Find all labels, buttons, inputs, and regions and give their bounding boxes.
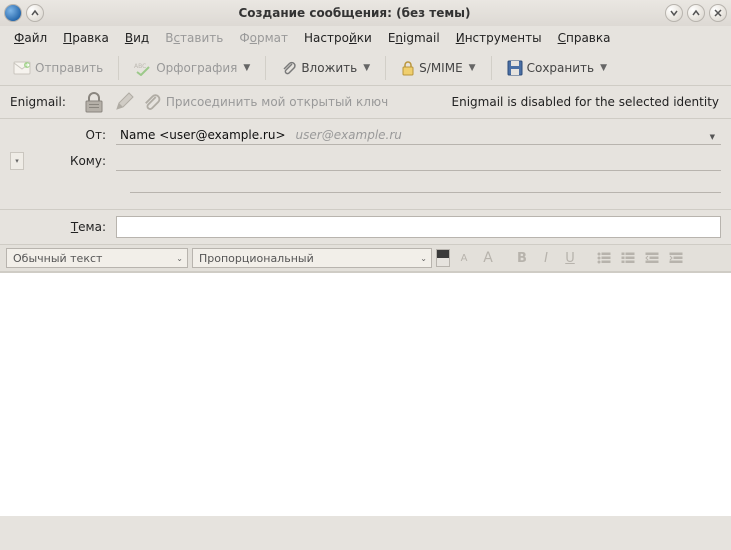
font-family-select[interactable]: Пропорциональный ⌄ xyxy=(192,248,432,268)
from-display: Name <user@example.ru> xyxy=(120,128,286,142)
paperclip-icon xyxy=(281,60,297,76)
extra-recipient-line[interactable] xyxy=(130,192,721,193)
outdent-button[interactable] xyxy=(642,248,662,268)
font-size-increase-button[interactable]: A xyxy=(478,248,498,268)
headers-panel: От: Name <user@example.ru> user@example.… xyxy=(0,118,731,210)
chevron-down-icon: ⌄ xyxy=(166,254,183,263)
font-size-decrease-button[interactable]: A xyxy=(454,248,474,268)
enigmail-label: Enigmail: xyxy=(6,95,66,109)
from-field[interactable]: Name <user@example.ru> user@example.ru ▼ xyxy=(116,125,721,145)
save-label: Сохранить xyxy=(527,61,595,75)
menu-bar: Файл Правка Вид Вставить Формат Настройк… xyxy=(0,26,731,50)
toolbar-separator xyxy=(385,56,386,80)
bold-button[interactable]: B xyxy=(512,248,532,268)
save-icon xyxy=(507,60,523,76)
recipient-type-dropdown[interactable]: ▾ xyxy=(10,152,24,170)
smime-label: S/MIME xyxy=(419,61,463,75)
enigmail-attach-key-label: Присоединить мой открытый ключ xyxy=(166,95,388,109)
chevron-down-icon[interactable]: ▼ xyxy=(710,133,717,141)
underline-button[interactable]: U xyxy=(560,248,580,268)
enigmail-attach-key-button[interactable]: Присоединить мой открытый ключ xyxy=(142,92,388,112)
enigmail-status-text: Enigmail is disabled for the selected id… xyxy=(452,95,725,109)
send-icon xyxy=(13,61,31,75)
menu-edit[interactable]: Правка xyxy=(57,29,115,47)
send-label: Отправить xyxy=(35,61,103,75)
menu-enigmail[interactable]: Enigmail xyxy=(382,29,446,47)
minimize-button[interactable] xyxy=(665,4,683,22)
chevron-down-icon: ▼ xyxy=(363,63,370,73)
spellcheck-label: Орфография xyxy=(156,61,237,75)
main-toolbar: Отправить ABC Орфография ▼ Вложить ▼ S/M… xyxy=(0,50,731,86)
subject-row: Тема: xyxy=(0,210,731,244)
smime-button[interactable]: S/MIME ▼ xyxy=(394,55,482,81)
menu-options[interactable]: Настройки xyxy=(298,29,378,47)
enigmail-encrypt-button[interactable] xyxy=(82,91,106,113)
spellcheck-icon: ABC xyxy=(134,60,152,76)
lock-icon xyxy=(401,60,415,76)
close-button[interactable] xyxy=(709,4,727,22)
message-body-editor[interactable] xyxy=(0,272,731,516)
indent-button[interactable] xyxy=(666,248,686,268)
from-label: От: xyxy=(10,128,110,142)
toolbar-separator xyxy=(265,56,266,80)
chevron-down-icon: ▼ xyxy=(243,63,250,73)
bullet-list-button[interactable] xyxy=(594,248,614,268)
menu-format[interactable]: Формат xyxy=(233,29,294,47)
send-button[interactable]: Отправить xyxy=(6,55,110,81)
subject-label: Тема: xyxy=(10,220,110,234)
format-toolbar: Обычный текст ⌄ Пропорциональный ⌄ A A B… xyxy=(0,244,731,272)
menu-help[interactable]: Справка xyxy=(552,29,617,47)
spellcheck-button[interactable]: ABC Орфография ▼ xyxy=(127,55,257,81)
title-bar: Создание сообщения: (без темы) xyxy=(0,0,731,26)
menu-tools[interactable]: Инструменты xyxy=(450,29,548,47)
to-field[interactable] xyxy=(116,151,721,171)
save-button[interactable]: Сохранить ▼ xyxy=(500,55,614,81)
lock-icon xyxy=(82,91,106,113)
menu-view[interactable]: Вид xyxy=(119,29,155,47)
pencil-icon xyxy=(112,91,136,113)
paperclip-icon xyxy=(142,92,162,112)
window-title: Создание сообщения: (без темы) xyxy=(44,6,665,20)
font-family-value: Пропорциональный xyxy=(199,252,314,265)
chevron-down-icon: ⌄ xyxy=(410,254,427,263)
enigmail-bar: Enigmail: Присоединить мой открытый ключ… xyxy=(0,86,731,118)
text-color-button[interactable] xyxy=(436,249,450,267)
paragraph-style-select[interactable]: Обычный текст ⌄ xyxy=(6,248,188,268)
attach-label: Вложить xyxy=(301,61,357,75)
paragraph-style-value: Обычный текст xyxy=(13,252,102,265)
rollup-button[interactable] xyxy=(26,4,44,22)
italic-button[interactable]: I xyxy=(536,248,556,268)
numbered-list-button[interactable] xyxy=(618,248,638,268)
attach-button[interactable]: Вложить ▼ xyxy=(274,55,377,81)
svg-text:ABC: ABC xyxy=(134,63,146,70)
maximize-button[interactable] xyxy=(687,4,705,22)
from-email: user@example.ru xyxy=(296,128,402,142)
app-icon xyxy=(4,4,22,22)
toolbar-separator xyxy=(491,56,492,80)
menu-insert[interactable]: Вставить xyxy=(159,29,229,47)
enigmail-sign-button[interactable] xyxy=(112,91,136,113)
from-row: От: Name <user@example.ru> user@example.… xyxy=(10,122,721,148)
to-label: Кому: xyxy=(30,154,110,168)
bg-color xyxy=(437,258,449,266)
chevron-down-icon: ▼ xyxy=(469,63,476,73)
toolbar-separator xyxy=(118,56,119,80)
to-row: ▾ Кому: xyxy=(10,148,721,174)
subject-input[interactable] xyxy=(116,216,721,238)
chevron-down-icon: ▼ xyxy=(600,63,607,73)
menu-file[interactable]: Файл xyxy=(8,29,53,47)
fg-color xyxy=(437,250,449,258)
